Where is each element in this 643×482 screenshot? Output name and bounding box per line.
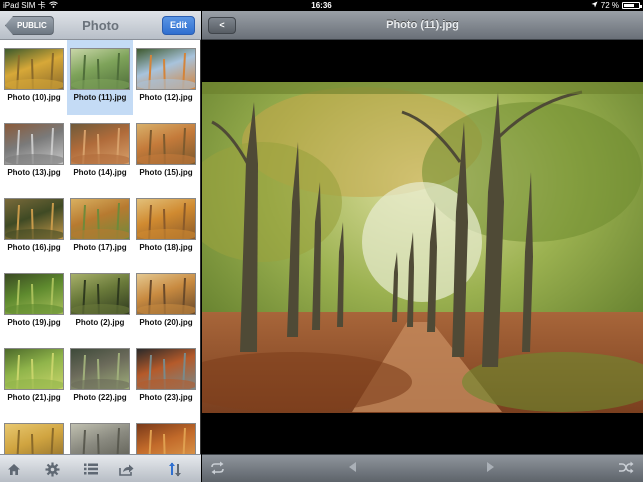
photo-thumbnail <box>70 348 130 390</box>
photo-filename: Photo (15).jpg <box>139 168 193 177</box>
photo-filename: Photo (23).jpg <box>139 393 193 402</box>
photo-grid-item[interactable]: Photo (18).jpg <box>133 190 199 265</box>
photo-grid-item[interactable]: Photo (15).jpg <box>133 115 199 190</box>
viewer-title: Photo (11).jpg <box>386 19 459 31</box>
photo-grid-item[interactable]: Photo (12).jpg <box>133 40 199 115</box>
clock: 16:36 <box>311 1 332 10</box>
shuffle-icon[interactable] <box>618 461 634 477</box>
photo-thumbnail <box>70 48 130 90</box>
photo-grid-item[interactable]: Photo (19).jpg <box>1 265 67 340</box>
next-icon[interactable] <box>486 461 495 477</box>
photo-grid: Photo (10).jpg Photo (11).jpg Photo (12).j… <box>0 40 201 454</box>
photo-thumbnail <box>4 423 64 454</box>
photo-thumbnail <box>4 348 64 390</box>
back-button[interactable]: PUBLIC <box>5 16 54 35</box>
photo-grid-item[interactable]: Photo (10).jpg <box>1 40 67 115</box>
photo-thumbnail <box>70 423 130 454</box>
photo-thumbnail <box>136 198 196 240</box>
photo-browser-panel: Photo PUBLIC Edit Photo (10).jpg Photo (1… <box>0 11 201 482</box>
share-icon[interactable] <box>118 461 134 477</box>
main-photo[interactable] <box>202 82 643 413</box>
photo-filename: Photo (20).jpg <box>139 318 193 327</box>
photo-grid-item[interactable]: Photo (23).jpg <box>133 340 199 415</box>
viewer-navigation-bar: Photo (11).jpg < <box>202 11 643 40</box>
list-icon[interactable] <box>83 461 99 477</box>
photo-filename: Photo (22).jpg <box>73 393 127 402</box>
repeat-icon[interactable] <box>210 461 225 477</box>
forest-photo <box>202 82 643 413</box>
photo-grid-item[interactable]: Photo (2).jpg <box>67 265 133 340</box>
photo-thumbnail <box>136 48 196 90</box>
photo-grid-item[interactable]: Photo (14).jpg <box>67 115 133 190</box>
battery-percent: 72 % <box>600 1 619 10</box>
photo-thumbnail <box>4 123 64 165</box>
bottom-toolbar <box>0 454 201 482</box>
photo-filename: Photo (14).jpg <box>73 168 127 177</box>
location-icon <box>591 0 598 11</box>
photo-filename: Photo (11).jpg <box>73 93 127 102</box>
photo-grid-item[interactable] <box>1 415 67 454</box>
photo-filename: Photo (16).jpg <box>7 243 61 252</box>
photo-filename: Photo (19).jpg <box>7 318 61 327</box>
battery-icon <box>622 2 642 9</box>
photo-grid-item[interactable]: Photo (20).jpg <box>133 265 199 340</box>
photo-grid-item[interactable]: Photo (21).jpg <box>1 340 67 415</box>
photo-filename: Photo (13).jpg <box>7 168 61 177</box>
previous-icon[interactable] <box>348 461 357 477</box>
photo-thumbnail <box>70 123 130 165</box>
photo-thumbnail <box>136 273 196 315</box>
photo-grid-item[interactable]: Photo (22).jpg <box>67 340 133 415</box>
photo-thumbnail <box>4 198 64 240</box>
photo-grid-item[interactable]: Photo (17).jpg <box>67 190 133 265</box>
photo-grid-item[interactable]: Photo (13).jpg <box>1 115 67 190</box>
photo-grid-item[interactable]: Photo (16).jpg <box>1 190 67 265</box>
photo-filename: Photo (21).jpg <box>7 393 61 402</box>
photo-thumbnail <box>70 273 130 315</box>
photo-filename: Photo (17).jpg <box>73 243 127 252</box>
photo-filename: Photo (12).jpg <box>139 93 193 102</box>
sort-icon[interactable] <box>167 461 183 477</box>
photo-thumbnail <box>136 348 196 390</box>
gear-icon[interactable] <box>44 461 60 477</box>
photo-grid-item[interactable]: Photo (11).jpg <box>67 40 133 115</box>
photo-thumbnail <box>136 123 196 165</box>
viewer-toolbar <box>202 454 643 482</box>
photo-thumbnail <box>136 423 196 454</box>
photo-filename: Photo (18).jpg <box>139 243 193 252</box>
photo-thumbnail <box>4 273 64 315</box>
photo-thumbnail <box>4 48 64 90</box>
photo-filename: Photo (2).jpg <box>75 318 125 327</box>
photo-thumbnail <box>70 198 130 240</box>
status-bar: iPad SIM 卡 16:36 72 % <box>0 0 643 11</box>
viewer-back-button[interactable]: < <box>208 17 236 34</box>
photo-grid-item[interactable] <box>67 415 133 454</box>
photo-filename: Photo (10).jpg <box>7 93 61 102</box>
photo-grid-item[interactable] <box>133 415 199 454</box>
home-icon[interactable] <box>6 461 22 477</box>
navigation-bar: Photo PUBLIC Edit <box>0 11 201 40</box>
photo-viewer: Photo (11).jpg < <box>202 11 643 482</box>
edit-button[interactable]: Edit <box>162 16 195 35</box>
